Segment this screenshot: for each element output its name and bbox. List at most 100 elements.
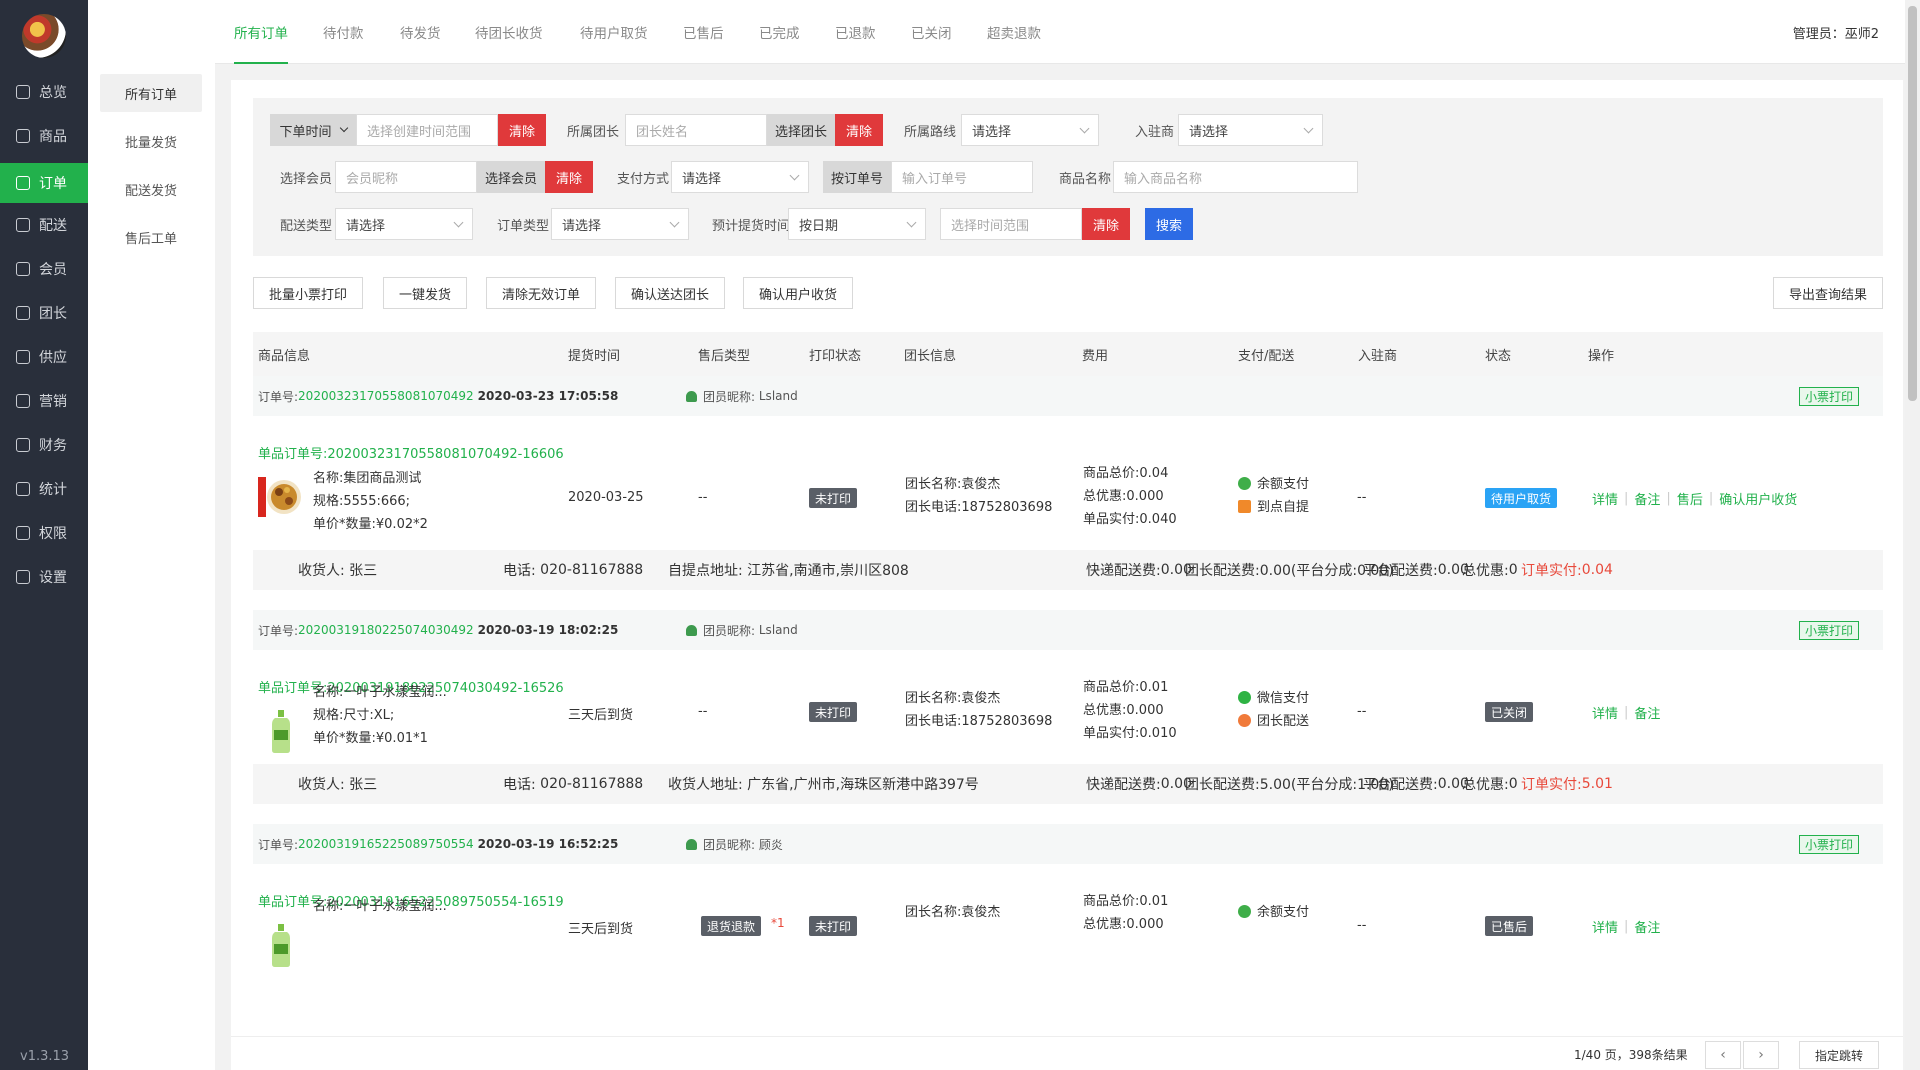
prev-page-button[interactable]: ‹ xyxy=(1705,1041,1741,1069)
sidebar-item-stats[interactable]: 统计 xyxy=(0,469,88,509)
finance-icon xyxy=(16,438,30,452)
gift-icon xyxy=(16,394,30,408)
scrollbar-thumb[interactable] xyxy=(1908,6,1917,401)
admin-name[interactable]: 巫师2 xyxy=(1845,23,1879,42)
merchant-select[interactable]: 请选择 xyxy=(1178,114,1323,146)
tab-unshipped[interactable]: 待发货 xyxy=(400,0,441,64)
remark-link[interactable]: 备注 xyxy=(1634,917,1660,936)
sidebar-item-settings[interactable]: 设置 xyxy=(0,557,88,597)
leader-name-label: 团长名称: xyxy=(905,905,962,920)
confirm-user-received-button[interactable]: 确认用户收货 xyxy=(743,277,853,309)
order-no-value[interactable]: 20200319180225074030492 xyxy=(298,623,474,637)
sidebar-item-label: 团长 xyxy=(39,306,67,322)
sub-order-value[interactable]: 20200323170558081070492-16606 xyxy=(327,447,563,462)
remark-link[interactable]: 备注 xyxy=(1634,489,1660,508)
sidebar-item-finance[interactable]: 财务 xyxy=(0,425,88,465)
clear-member-button[interactable]: 清除 xyxy=(545,161,593,193)
sidebar-item-label: 总览 xyxy=(39,85,67,101)
sidebar-item-goods[interactable]: 商品 xyxy=(0,116,88,156)
leader-name-input[interactable]: 团长姓名 xyxy=(625,114,767,146)
clear-pickup-button[interactable]: 清除 xyxy=(1082,208,1130,240)
sidebar-item-members[interactable]: 会员 xyxy=(0,249,88,289)
detail-link[interactable]: 详情 xyxy=(1592,917,1618,936)
order-no-button[interactable]: 按订单号 xyxy=(823,161,891,193)
subnav-all-orders[interactable]: 所有订单 xyxy=(100,74,202,112)
tab-leader-receive[interactable]: 待团长收货 xyxy=(475,0,543,64)
search-button[interactable]: 搜索 xyxy=(1145,208,1193,240)
subnav-delivery-ship[interactable]: 配送发货 xyxy=(100,170,202,208)
subnav-aftersale[interactable]: 售后工单 xyxy=(100,218,202,256)
delivery-method: 到点自提 xyxy=(1257,500,1310,515)
tab-user-pickup[interactable]: 待用户取货 xyxy=(580,0,648,64)
delivery-type-select[interactable]: 请选择 xyxy=(335,208,473,240)
order-no-value[interactable]: 20200323170558081070492 xyxy=(298,389,474,403)
address-label: 自提点地址: xyxy=(668,563,743,579)
confirm-receipt-link[interactable]: 确认用户收货 xyxy=(1719,489,1797,508)
order-time-dropdown[interactable]: 下单时间 xyxy=(270,114,356,146)
remark-link[interactable]: 备注 xyxy=(1634,703,1660,722)
member-label: 团员昵称: xyxy=(703,837,756,852)
order-no-label: 订单号: xyxy=(258,623,299,638)
platform-fee: 平台配送费: 0.00 xyxy=(1363,764,1469,804)
member-label: 团员昵称: xyxy=(703,623,756,638)
pickup-range-input[interactable]: 选择时间范围 xyxy=(940,208,1082,240)
aftersale-link[interactable]: 售后 xyxy=(1677,489,1703,508)
export-results-button[interactable]: 导出查询结果 xyxy=(1773,277,1883,309)
pay-select[interactable]: 请选择 xyxy=(671,161,809,193)
tab-unpaid[interactable]: 待付款 xyxy=(323,0,364,64)
batch-print-button[interactable]: 批量小票打印 xyxy=(253,277,363,309)
leader-info: 团长名称:袁俊杰 团长电话:18752803698 xyxy=(905,473,1052,519)
tab-all[interactable]: 所有订单 xyxy=(234,0,288,64)
tab-completed[interactable]: 已完成 xyxy=(759,0,800,64)
member-nickname: 顾炎 xyxy=(758,837,783,852)
detail-link[interactable]: 详情 xyxy=(1592,703,1618,722)
clear-invalid-button[interactable]: 清除无效订单 xyxy=(486,277,596,309)
next-page-button[interactable]: › xyxy=(1743,1041,1779,1069)
clear-time-button[interactable]: 清除 xyxy=(498,114,546,146)
page-scrollbar[interactable] xyxy=(1905,0,1920,1070)
ticket-print-button[interactable]: 小票打印 xyxy=(1798,387,1859,406)
order-number: 订单号: 20200319165225089750554 2020-03-19 16… xyxy=(258,824,618,864)
one-click-ship-button[interactable]: 一键发货 xyxy=(383,277,467,309)
detail-link[interactable]: 详情 xyxy=(1592,489,1618,508)
sub-sidebar: 所有订单 批量发货 配送发货 售后工单 xyxy=(88,0,215,1070)
choose-leader-button[interactable]: 选择团长 xyxy=(767,114,835,146)
goods-paid-label: 单品实付: xyxy=(1083,512,1140,527)
tab-oversold-refund[interactable]: 超卖退款 xyxy=(987,0,1041,64)
print-status-badge: 未打印 xyxy=(809,916,858,936)
address-value: 广东省,广州市,海珠区新港中路397号 xyxy=(747,777,979,793)
sidebar-item-supply[interactable]: 供应 xyxy=(0,337,88,377)
ticket-print-button[interactable]: 小票打印 xyxy=(1798,621,1859,640)
jump-page-button[interactable]: 指定跳转 xyxy=(1799,1041,1879,1069)
order-no-input[interactable]: 输入订单号 xyxy=(891,161,1033,193)
table-header: 商品信息 提货时间 售后类型 打印状态 团长信息 费用 支付/配送 入驻商 状态… xyxy=(253,332,1883,376)
tab-closed[interactable]: 已关闭 xyxy=(911,0,952,64)
order-footer: 收货人: 张三 电话: 020-81167888 收货人地址: 广东省,广州市,… xyxy=(253,764,1883,804)
order-no-value[interactable]: 20200319165225089750554 xyxy=(298,837,474,851)
product-unit: ¥0.01*1 xyxy=(375,731,428,746)
sidebar-item-delivery[interactable]: 配送 xyxy=(0,205,88,245)
sidebar-item-marketing[interactable]: 营销 xyxy=(0,381,88,421)
tab-refunded[interactable]: 已退款 xyxy=(835,0,876,64)
order-type-select[interactable]: 请选择 xyxy=(551,208,689,240)
gear-icon xyxy=(16,570,30,584)
subnav-batch-ship[interactable]: 批量发货 xyxy=(100,122,202,160)
sidebar-item-orders[interactable]: 订单 xyxy=(0,163,88,203)
order-time-range-input[interactable]: 选择创建时间范围 xyxy=(356,114,498,146)
member-nickname-input[interactable]: 会员昵称 xyxy=(335,161,477,193)
sidebar-item-leaders[interactable]: 团长 xyxy=(0,293,88,333)
pickup-time: 三天后到货 xyxy=(568,922,634,937)
choose-member-button[interactable]: 选择会员 xyxy=(477,161,545,193)
admin-label: 管理员： xyxy=(1792,26,1845,42)
route-select[interactable]: 请选择 xyxy=(961,114,1099,146)
pickup-date-select[interactable]: 按日期 xyxy=(788,208,926,240)
clear-leader-button[interactable]: 清除 xyxy=(835,114,883,146)
sidebar-item-overview[interactable]: 总览 xyxy=(0,72,88,112)
member-label: 选择会员 xyxy=(280,171,333,187)
goods-name-input[interactable]: 输入商品名称 xyxy=(1113,161,1358,193)
fee-info: 商品总价:0.01 总优惠:0.000 xyxy=(1083,890,1168,936)
sidebar-item-permissions[interactable]: 权限 xyxy=(0,513,88,553)
ticket-print-button[interactable]: 小票打印 xyxy=(1798,835,1859,854)
confirm-leader-delivered-button[interactable]: 确认送达团长 xyxy=(615,277,725,309)
tab-aftersale[interactable]: 已售后 xyxy=(683,0,724,64)
